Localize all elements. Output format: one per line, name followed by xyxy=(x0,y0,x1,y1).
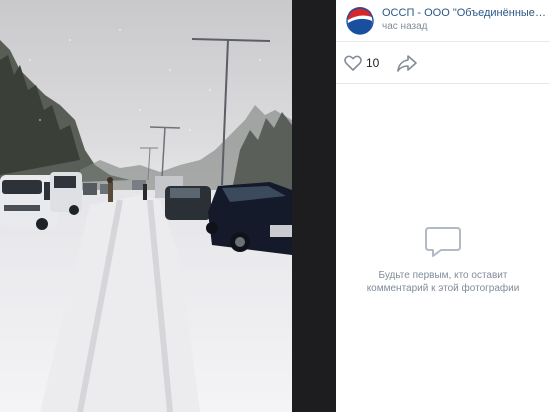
post-time[interactable]: час назад xyxy=(382,21,428,32)
empty-comments-placeholder: Будьте первым, кто оставит комментарий к… xyxy=(336,225,550,295)
post-photo[interactable] xyxy=(0,0,292,412)
heart-outline-icon xyxy=(344,55,362,71)
post-owner-link[interactable]: ОССП - ООО "Объединённые систе... xyxy=(382,7,546,19)
photo-image xyxy=(0,0,292,412)
like-button[interactable]: 10 xyxy=(344,53,379,73)
pepsi-logo-icon[interactable] xyxy=(346,7,374,35)
post-actions: 10 xyxy=(336,42,550,84)
post-header: ОССП - ООО "Объединённые систе... час на… xyxy=(336,0,550,42)
share-button[interactable] xyxy=(396,53,418,73)
share-arrow-icon xyxy=(397,55,417,72)
viewer-gutter xyxy=(292,0,336,412)
empty-comments-line-1: Будьте первым, кто оставит xyxy=(378,270,508,281)
photo-side-panel: ОССП - ООО "Объединённые систе... час на… xyxy=(336,0,550,412)
like-count: 10 xyxy=(366,56,380,70)
empty-comments-line-2: комментарий к этой фотографии xyxy=(366,283,520,294)
comment-bubble-icon xyxy=(425,227,461,257)
